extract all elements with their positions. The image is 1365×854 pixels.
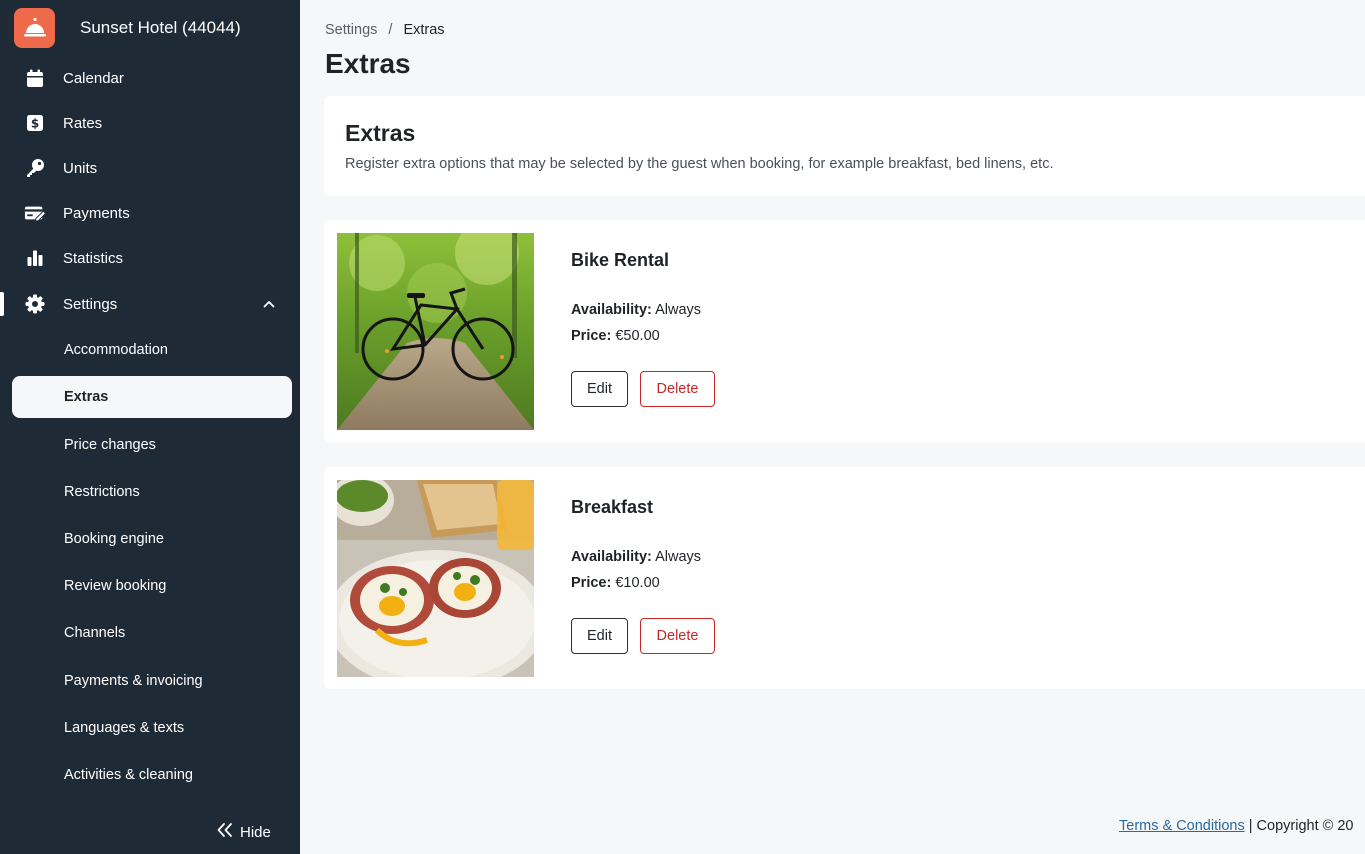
delete-button[interactable]: Delete	[640, 371, 715, 407]
price-value: €50.00	[615, 328, 660, 344]
settings-item-review-booking[interactable]: Review booking	[12, 565, 292, 607]
nav-statistics[interactable]: Statistics	[0, 238, 300, 278]
settings-item-label: Booking engine	[64, 531, 164, 547]
gear-icon	[24, 293, 46, 315]
nav-label: Rates	[63, 114, 103, 132]
nav-label: Settings	[63, 295, 118, 313]
breadcrumb: Settings / Extras	[325, 22, 445, 38]
nav-units[interactable]: Units	[0, 148, 300, 188]
settings-item-booking-engine[interactable]: Booking engine	[12, 518, 292, 560]
settings-item-label: Price changes	[64, 437, 156, 453]
svg-text:$: $	[31, 117, 39, 131]
hide-sidebar-button[interactable]: Hide	[216, 820, 271, 844]
nav-rates[interactable]: $ Rates	[0, 103, 300, 143]
extra-card: Breakfast Availability: Always Price: €1…	[324, 467, 1365, 689]
bicycle-photo	[337, 233, 534, 430]
settings-item-label: Restrictions	[64, 484, 140, 500]
nav-payments[interactable]: Payments	[0, 193, 300, 233]
extra-name: Breakfast	[571, 497, 654, 517]
nav-label: Statistics	[63, 249, 124, 267]
settings-item-activities-cleaning[interactable]: Activities & cleaning	[12, 754, 292, 796]
availability-row: Availability: Always	[571, 549, 701, 565]
breadcrumb-current: Extras	[403, 22, 445, 38]
payment-icon	[24, 202, 46, 224]
main-content: Settings / Extras Extras Extras Register…	[300, 0, 1365, 854]
price-label: Price:	[571, 575, 612, 591]
brand[interactable]: Sunset Hotel (44044)	[14, 8, 241, 48]
section-description: Register extra options that may be selec…	[345, 156, 1054, 172]
footer: Terms & Conditions | Copyright © 20	[1119, 818, 1353, 834]
delete-button[interactable]: Delete	[640, 618, 715, 654]
settings-item-restrictions[interactable]: Restrictions	[12, 471, 292, 513]
bar-chart-icon	[24, 247, 46, 269]
availability-value: Always	[655, 302, 702, 318]
settings-item-payments-invoicing[interactable]: Payments & invoicing	[12, 660, 292, 702]
breakfast-photo	[337, 480, 534, 677]
breadcrumb-settings-link[interactable]: Settings	[325, 22, 377, 38]
settings-item-accommodation[interactable]: Accommodation	[12, 329, 292, 371]
page-title: Extras	[325, 48, 411, 79]
double-chevron-left-icon	[216, 822, 234, 843]
hotel-bell-icon	[14, 8, 55, 48]
settings-item-label: Payments & invoicing	[64, 673, 203, 689]
edit-button[interactable]: Edit	[571, 371, 628, 407]
key-icon	[24, 157, 46, 179]
breadcrumb-separator: /	[388, 22, 393, 38]
nav-label: Units	[63, 159, 98, 177]
availability-label: Availability:	[571, 302, 652, 318]
settings-item-price-changes[interactable]: Price changes	[12, 424, 292, 466]
settings-item-label: Languages & texts	[64, 720, 185, 736]
dollar-icon: $	[24, 112, 46, 134]
price-value: €10.00	[615, 575, 660, 591]
price-row: Price: €10.00	[571, 575, 660, 591]
calendar-icon	[24, 67, 46, 89]
settings-item-label: Channels	[64, 625, 126, 641]
settings-item-label: Extras	[64, 389, 109, 405]
settings-item-languages-texts[interactable]: Languages & texts	[12, 707, 292, 749]
edit-button[interactable]: Edit	[571, 618, 628, 654]
section-title: Extras	[345, 120, 416, 146]
hotel-name: Sunset Hotel (44044)	[80, 18, 241, 37]
nav-calendar[interactable]: Calendar	[0, 58, 300, 98]
availability-value: Always	[655, 549, 702, 565]
nav-settings[interactable]: Settings	[0, 284, 300, 324]
sidebar: Sunset Hotel (44044) Calendar $ Rates Un…	[0, 0, 300, 854]
nav-label: Payments	[63, 204, 130, 222]
extras-intro-card: Extras Register extra options that may b…	[324, 96, 1365, 196]
nav-label: Calendar	[63, 69, 124, 87]
settings-item-label: Activities & cleaning	[64, 767, 193, 783]
settings-item-channels[interactable]: Channels	[12, 612, 292, 654]
availability-label: Availability:	[571, 549, 652, 565]
extra-name: Bike Rental	[571, 250, 670, 270]
extra-card: Bike Rental Availability: Always Price: …	[324, 220, 1365, 442]
settings-item-extras[interactable]: Extras	[12, 376, 292, 418]
copyright-text: | Copyright © 20	[1244, 818, 1354, 834]
settings-item-label: Accommodation	[64, 342, 168, 358]
price-label: Price:	[571, 328, 612, 344]
terms-link[interactable]: Terms & Conditions	[1119, 818, 1245, 834]
availability-row: Availability: Always	[571, 302, 701, 318]
chevron-up-icon	[262, 297, 276, 311]
price-row: Price: €50.00	[571, 328, 660, 344]
settings-item-label: Review booking	[64, 578, 167, 594]
hide-label: Hide	[240, 823, 271, 841]
